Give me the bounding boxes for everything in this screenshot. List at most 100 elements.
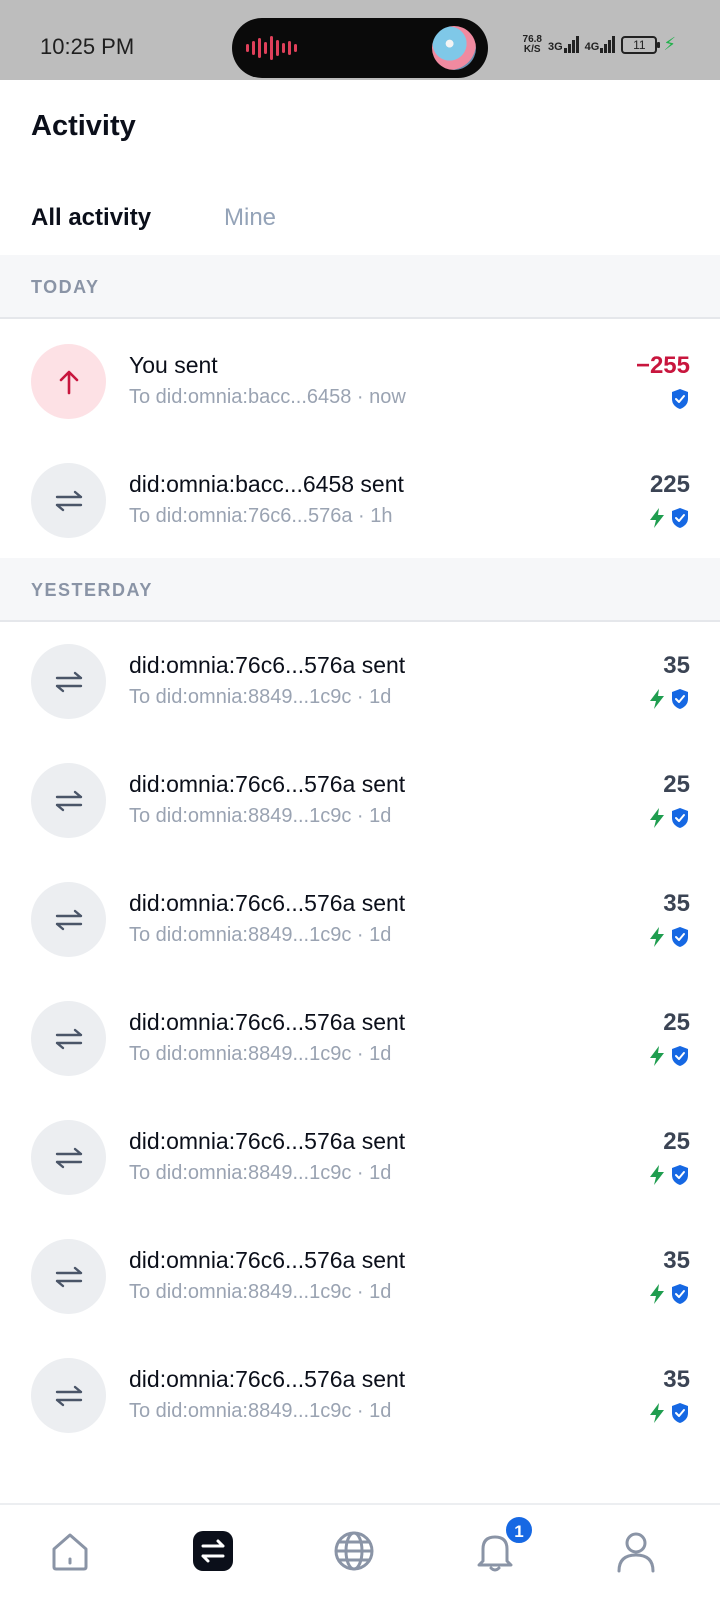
transfer-icon	[55, 1028, 82, 1049]
transaction-row[interactable]: did:omnia:76c6...576a sent To did:omnia:8…	[0, 1215, 720, 1336]
transaction-title: did:omnia:76c6...576a sent	[129, 1009, 406, 1035]
lightning-icon	[650, 508, 664, 528]
verified-shield-icon	[672, 1403, 688, 1423]
transfer-icon	[55, 1147, 82, 1168]
lightning-icon	[650, 927, 664, 947]
lightning-icon	[650, 1403, 664, 1423]
verified-shield-icon	[672, 1046, 688, 1066]
transaction-avatar	[31, 463, 106, 538]
transaction-amount: 35	[663, 1366, 690, 1393]
transaction-amount: 35	[663, 652, 690, 679]
lightning-icon	[650, 689, 664, 709]
transaction-badges	[648, 926, 690, 948]
transaction-row[interactable]: did:omnia:76c6...576a sent To did:omnia:8…	[0, 858, 720, 979]
transaction-avatar	[31, 1358, 106, 1433]
transaction-subtitle: To did:omnia:8849...1c9c · 1d	[129, 805, 392, 827]
section-header-today: TODAY	[0, 255, 720, 319]
notification-badge: 1	[504, 1515, 534, 1545]
status-bar: 10:25 PM 76.8 K/S 3G 4G 11 ⚡	[0, 0, 720, 80]
transaction-badges	[648, 507, 690, 529]
transfer-icon	[55, 790, 82, 811]
transaction-badges	[648, 688, 690, 710]
section-header-yesterday: YESTERDAY	[0, 558, 720, 622]
transaction-row[interactable]: did:omnia:76c6...576a sent To did:omnia:8…	[0, 1334, 720, 1455]
transaction-row[interactable]: You sent To did:omnia:bacc...6458 · now −2…	[0, 320, 720, 441]
tab-bar: All activity Mine	[0, 188, 720, 260]
activity-icon	[193, 1531, 233, 1571]
battery-icon: 11	[621, 35, 661, 54]
transaction-avatar	[31, 1001, 106, 1076]
transfer-icon	[55, 1266, 82, 1287]
transaction-badges	[648, 1164, 690, 1186]
nav-profile[interactable]	[612, 1527, 660, 1575]
transaction-amount: −255	[635, 352, 690, 379]
verified-shield-icon	[672, 689, 688, 709]
arrow-up-icon	[59, 370, 78, 394]
transaction-subtitle: To did:omnia:8849...1c9c · 1d	[129, 1162, 392, 1184]
transaction-row[interactable]: did:omnia:76c6...576a sent To did:omnia:8…	[0, 977, 720, 1098]
bottom-nav: 1	[0, 1503, 720, 1600]
transaction-avatar	[31, 763, 106, 838]
transfer-icon	[55, 671, 82, 692]
transaction-avatar	[31, 1239, 106, 1314]
dynamic-island[interactable]	[232, 18, 488, 78]
transaction-title: did:omnia:76c6...576a sent	[129, 771, 406, 797]
verified-shield-icon	[672, 389, 688, 409]
transaction-badges	[648, 1402, 690, 1424]
transaction-title: did:omnia:76c6...576a sent	[129, 652, 406, 678]
tab-all-activity[interactable]: All activity	[31, 204, 151, 232]
transaction-title: did:omnia:76c6...576a sent	[129, 1366, 406, 1392]
transaction-badges	[648, 1283, 690, 1305]
verified-shield-icon	[672, 808, 688, 828]
network-speed: 76.8 K/S	[522, 33, 542, 55]
transaction-title: did:omnia:bacc...6458 sent	[129, 471, 404, 497]
audio-wave-icon	[246, 36, 297, 60]
lightning-icon	[650, 1165, 664, 1185]
verified-shield-icon	[672, 1284, 688, 1304]
transaction-row[interactable]: did:omnia:bacc...6458 sent To did:omnia:7…	[0, 439, 720, 560]
transaction-subtitle: To did:omnia:8849...1c9c · 1d	[129, 1043, 392, 1065]
transaction-amount: 225	[649, 471, 690, 498]
transaction-subtitle: To did:omnia:8849...1c9c · 1d	[129, 924, 392, 946]
transaction-row[interactable]: did:omnia:76c6...576a sent To did:omnia:8…	[0, 739, 720, 860]
status-time: 10:25 PM	[40, 34, 135, 59]
status-indicators: 76.8 K/S 3G 4G 11 ⚡	[523, 34, 676, 55]
transaction-avatar	[31, 644, 106, 719]
transaction-badges	[648, 1045, 690, 1067]
transaction-amount: 35	[663, 1247, 690, 1274]
nav-activity[interactable]	[189, 1527, 237, 1575]
transaction-subtitle: To did:omnia:8849...1c9c · 1d	[129, 1400, 392, 1422]
nav-home[interactable]	[46, 1527, 94, 1575]
lightning-icon	[650, 808, 664, 828]
profile-icon	[617, 1532, 655, 1573]
transfer-icon	[55, 909, 82, 930]
transaction-row[interactable]: did:omnia:76c6...576a sent To did:omnia:8…	[0, 1096, 720, 1217]
transaction-subtitle: To did:omnia:76c6...576a · 1h	[129, 505, 393, 527]
transaction-row[interactable]: did:omnia:76c6...576a sent To did:omnia:8…	[0, 620, 720, 741]
tab-mine[interactable]: Mine	[224, 204, 276, 232]
transaction-subtitle: To did:omnia:8849...1c9c · 1d	[129, 1281, 392, 1303]
transaction-amount: 35	[663, 890, 690, 917]
transaction-title: did:omnia:76c6...576a sent	[129, 1247, 406, 1273]
signal-4g-icon: 4G	[585, 36, 616, 53]
transaction-avatar	[31, 882, 106, 957]
verified-shield-icon	[672, 927, 688, 947]
home-icon	[52, 1533, 88, 1571]
verified-shield-icon	[672, 1165, 688, 1185]
transfer-icon	[55, 490, 82, 511]
transaction-badges	[648, 807, 690, 829]
album-art	[432, 26, 476, 70]
charging-icon: ⚡	[663, 34, 676, 54]
transfer-icon	[55, 1385, 82, 1406]
transaction-avatar	[31, 1120, 106, 1195]
transaction-amount: 25	[663, 1009, 690, 1036]
transaction-subtitle: To did:omnia:8849...1c9c · 1d	[129, 686, 392, 708]
page-title: Activity	[31, 110, 136, 142]
transaction-avatar	[31, 344, 106, 419]
nav-explore[interactable]	[330, 1527, 378, 1575]
transaction-subtitle: To did:omnia:bacc...6458 · now	[129, 386, 406, 408]
globe-icon	[334, 1531, 374, 1571]
transaction-amount: 25	[663, 1128, 690, 1155]
transaction-amount: 25	[663, 771, 690, 798]
lightning-icon	[650, 1284, 664, 1304]
